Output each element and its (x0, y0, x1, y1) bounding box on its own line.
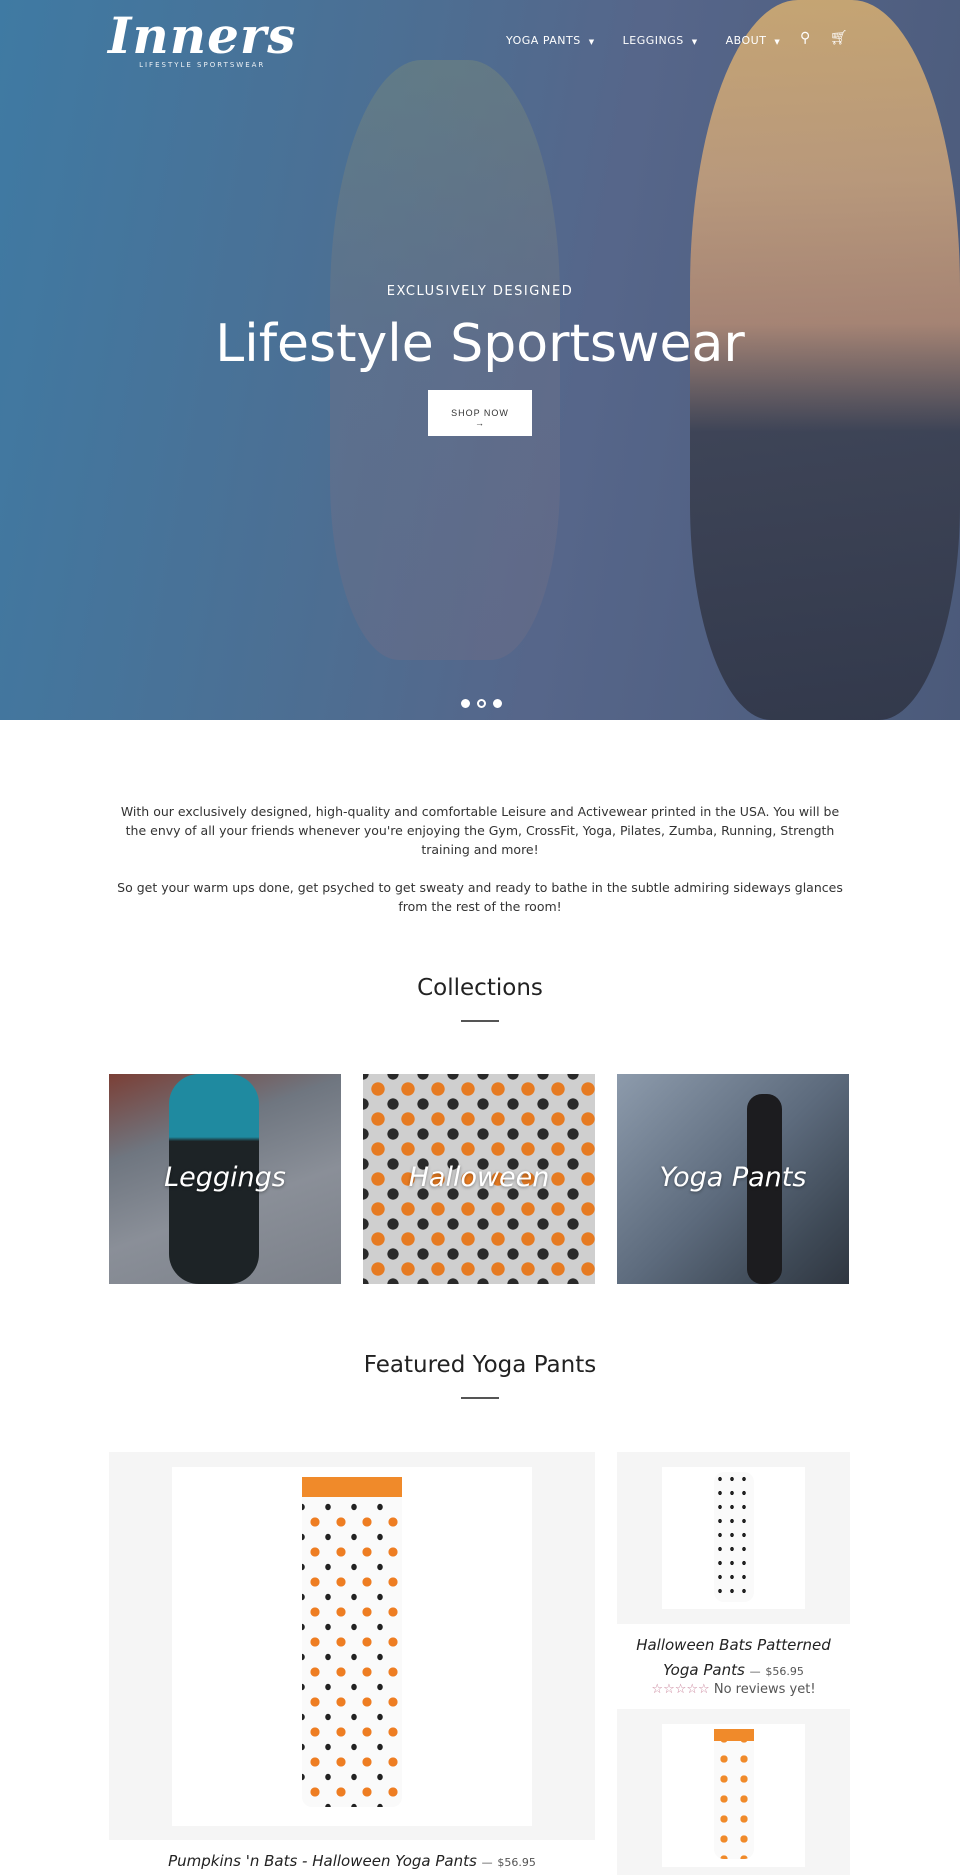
product-price: $56.95 (497, 1856, 536, 1869)
nav-about[interactable]: ABOUT ▼ (726, 34, 781, 47)
reviews-text: No reviews yet! (713, 1682, 816, 1697)
nav-label: ABOUT (725, 34, 767, 47)
product-card-pumpkins[interactable] (109, 1452, 595, 1840)
separator: — (481, 1856, 493, 1869)
rating: ☆☆☆☆☆ No reviews yet! (617, 1682, 850, 1697)
search-icon[interactable]: ⚲ (800, 30, 810, 46)
divider (461, 1397, 499, 1399)
nav-label: LEGGINGS (622, 34, 684, 47)
hero-slideshow: Inners LIFESTYLE SPORTSWEAR YOGA PANTS ▼ … (0, 0, 960, 720)
caret-down-icon: ▼ (588, 38, 595, 46)
collection-label: Leggings (164, 1162, 286, 1193)
collection-halloween[interactable]: Halloween (363, 1074, 595, 1284)
slide-dots (461, 699, 502, 708)
leggings-image (302, 1477, 402, 1807)
caret-down-icon: ▼ (691, 38, 698, 46)
leggings-image (714, 1472, 754, 1602)
collection-label: Yoga Pants (659, 1162, 807, 1193)
main-nav: YOGA PANTS ▼ LEGGINGS ▼ ABOUT ▼ (506, 34, 780, 47)
collections-heading: Collections (417, 975, 543, 1001)
star-icons: ☆☆☆☆☆ (651, 1682, 710, 1697)
intro-paragraph-1: With our exclusively designed, high-qual… (120, 804, 840, 857)
hero-subtitle: EXCLUSIVELY DESIGNED (386, 284, 574, 299)
slide-dot-2[interactable] (477, 699, 486, 708)
collection-yoga-pants[interactable]: Yoga Pants (617, 1074, 849, 1284)
shop-now-label: SHOP NOW (451, 408, 509, 418)
intro-paragraph-2: So get your warm ups done, get psyched t… (117, 880, 843, 914)
divider (461, 1020, 499, 1022)
product-caption[interactable]: Pumpkins 'n Bats - Halloween Yoga Pants … (109, 1852, 595, 1870)
separator: — (749, 1665, 761, 1678)
logo-text: Inners (108, 6, 297, 65)
product-image (662, 1724, 805, 1867)
nav-label: YOGA PANTS (506, 34, 581, 47)
leggings-image (714, 1729, 754, 1859)
product-card-3[interactable] (617, 1709, 850, 1875)
nav-leggings[interactable]: LEGGINGS ▼ (623, 34, 698, 47)
waistband (302, 1477, 402, 1497)
product-image (662, 1467, 805, 1609)
logo[interactable]: Inners LIFESTYLE SPORTSWEAR (108, 6, 296, 69)
product-name: Pumpkins 'n Bats - Halloween Yoga Pants (168, 1852, 477, 1870)
arrow-right-icon: → (475, 418, 485, 428)
intro-text: With our exclusively designed, high-qual… (110, 802, 850, 916)
product-image (172, 1467, 532, 1826)
slide-dot-1[interactable] (461, 699, 470, 708)
product-card-bats[interactable] (617, 1452, 850, 1624)
collection-leggings[interactable]: Leggings (109, 1074, 341, 1284)
hero-title: Lifestyle Sportswear (215, 314, 745, 374)
slide-dot-3[interactable] (493, 699, 502, 708)
logo-tagline: LIFESTYLE SPORTSWEAR (139, 61, 266, 69)
product-price: $56.95 (765, 1665, 804, 1678)
product-caption[interactable]: Halloween Bats Patterned Yoga Pants — $5… (617, 1633, 850, 1684)
waistband (714, 1729, 754, 1741)
collection-label: Halloween (408, 1162, 550, 1193)
featured-heading: Featured Yoga Pants (363, 1352, 597, 1378)
nav-yoga-pants[interactable]: YOGA PANTS ▼ (506, 34, 595, 47)
shop-now-button[interactable]: SHOP NOW → (428, 390, 532, 436)
cart-icon[interactable]: 🛒︎ (830, 30, 848, 46)
caret-down-icon: ▼ (774, 38, 781, 46)
